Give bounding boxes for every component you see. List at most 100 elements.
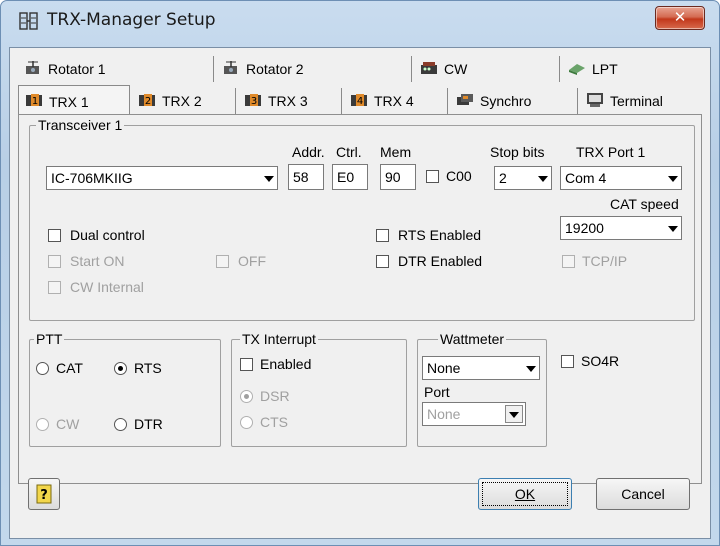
tab-rotator-1[interactable]: Rotator 1 — [18, 56, 214, 82]
dialog-client-area: Rotator 1 Rotator 2 CW LPT 1 TRX 1 2 TRX… — [9, 47, 711, 539]
start-on-checkbox[interactable] — [48, 255, 61, 268]
trx-port-label: TRX Port 1 — [576, 144, 646, 160]
cat-speed-select[interactable]: 19200 — [560, 216, 682, 240]
ptt-dtr-radio[interactable] — [114, 418, 127, 431]
trx1-icon: 1 — [26, 94, 42, 107]
wattmeter-group-label: Wattmeter — [438, 331, 507, 347]
trx-port-select[interactable]: Com 4 — [560, 166, 682, 190]
tab-rotator-2[interactable]: Rotator 2 — [216, 56, 412, 82]
tab-trx-4[interactable]: 4 TRX 4 — [344, 88, 448, 114]
tab-trx-3[interactable]: 3 TRX 3 — [238, 88, 342, 114]
tab-synchro[interactable]: Synchro — [450, 88, 578, 114]
tx-interrupt-enabled-checkbox[interactable] — [240, 358, 253, 371]
tab-row-back: Rotator 1 Rotator 2 CW LPT — [18, 56, 702, 82]
stopbits-select[interactable]: 2 — [494, 166, 552, 190]
so4r-label: SO4R — [581, 353, 620, 369]
chevron-down-icon — [505, 405, 523, 423]
addr-label: Addr. — [292, 144, 325, 160]
ptt-cw-label: CW — [56, 416, 80, 432]
addr-field[interactable]: 58 — [288, 164, 324, 190]
cw-internal-label: CW Internal — [70, 279, 144, 295]
help-icon: ? — [36, 484, 52, 504]
dtr-enabled-checkbox[interactable] — [376, 255, 389, 268]
cancel-button[interactable]: Cancel — [596, 478, 690, 510]
wattmeter-group: Wattmeter None Port None — [417, 331, 547, 447]
terminal-icon — [587, 93, 603, 107]
lpt-port-icon — [569, 64, 585, 75]
stopbits-label: Stop bits — [490, 144, 545, 160]
rts-enabled-checkbox[interactable] — [376, 229, 389, 242]
c00-checkbox[interactable] — [426, 170, 439, 183]
tab-terminal[interactable]: Terminal — [580, 88, 702, 114]
mem-field[interactable]: 90 — [380, 164, 416, 190]
ptt-group-label: PTT — [34, 331, 65, 347]
close-icon: ✕ — [673, 8, 687, 26]
svg-text:3: 3 — [251, 96, 257, 107]
close-button[interactable]: ✕ — [655, 6, 705, 30]
ctrl-field[interactable]: E0 — [332, 164, 368, 190]
rts-enabled-label: RTS Enabled — [398, 227, 482, 243]
chevron-down-icon — [668, 176, 678, 182]
chevron-down-icon — [668, 226, 678, 232]
dtr-enabled-label: DTR Enabled — [398, 253, 483, 269]
transceiver-model-select[interactable]: IC-706MKIIG — [46, 166, 278, 190]
cts-radio[interactable] — [240, 416, 253, 429]
off-label: OFF — [238, 253, 266, 269]
wattmeter-select[interactable]: None — [422, 356, 540, 380]
trx2-icon: 2 — [139, 94, 155, 107]
tcpip-checkbox[interactable] — [562, 255, 575, 268]
start-on-label: Start ON — [70, 253, 125, 269]
transceiver-group: Transceiver 1 Addr. Ctrl. Mem Stop bits … — [29, 117, 695, 321]
svg-text:4: 4 — [357, 96, 363, 107]
svg-text:?: ? — [40, 488, 48, 503]
dual-control-checkbox[interactable] — [48, 229, 61, 242]
cts-label: CTS — [260, 414, 288, 430]
title-bar[interactable]: TRX-Manager Setup ✕ — [1, 1, 719, 47]
trx3-icon: 3 — [245, 94, 261, 107]
so4r-checkbox[interactable] — [561, 355, 574, 368]
svg-text:2: 2 — [145, 96, 151, 107]
tab-cw[interactable]: CW — [414, 56, 560, 82]
mem-label: Mem — [380, 144, 412, 160]
off-checkbox[interactable] — [216, 255, 229, 268]
tx-interrupt-group-label: TX Interrupt — [240, 331, 318, 347]
cw-internal-checkbox[interactable] — [48, 281, 61, 294]
help-button[interactable]: ? — [28, 478, 60, 510]
rotator-icon — [224, 61, 237, 74]
ptt-cat-radio[interactable] — [36, 362, 49, 375]
tab-trx-1[interactable]: 1 TRX 1 — [18, 85, 130, 115]
tx-interrupt-group: TX Interrupt Enabled DSR CTS — [231, 331, 407, 447]
ptt-rts-radio[interactable] — [114, 362, 127, 375]
tab-lpt[interactable]: LPT — [562, 56, 702, 82]
cat-speed-label: CAT speed — [610, 196, 679, 212]
transceiver-group-label: Transceiver 1 — [36, 117, 125, 133]
trx4-icon: 4 — [351, 94, 367, 107]
ptt-cw-radio[interactable] — [36, 418, 49, 431]
tab-trx-2[interactable]: 2 TRX 2 — [132, 88, 236, 114]
c00-label: C00 — [446, 168, 472, 184]
app-icon — [19, 12, 38, 30]
tx-interrupt-enabled-label: Enabled — [260, 356, 312, 372]
dsr-radio[interactable] — [240, 390, 253, 403]
synchro-icon — [457, 94, 473, 105]
chevron-down-icon — [264, 176, 274, 182]
tab-row-front: 1 TRX 1 2 TRX 2 3 TRX 3 4 TRX 4 Synchro — [18, 85, 702, 115]
dsr-label: DSR — [260, 388, 290, 404]
cancel-button-label: Cancel — [621, 486, 665, 502]
dual-control-label: Dual control — [70, 227, 145, 243]
chevron-down-icon — [538, 176, 548, 182]
cw-keyer-icon — [421, 62, 437, 74]
ok-button[interactable]: OK — [478, 478, 572, 510]
ptt-group: PTT CAT RTS CW DTR — [29, 331, 221, 447]
window-title: TRX-Manager Setup — [47, 10, 216, 30]
dialog-window: TRX-Manager Setup ✕ Rotator 1 Rotator 2 … — [0, 0, 720, 546]
ctrl-label: Ctrl. — [336, 144, 362, 160]
ptt-dtr-label: DTR — [134, 416, 163, 432]
tcpip-label: TCP/IP — [582, 253, 628, 269]
wattmeter-port-select[interactable]: None — [422, 402, 526, 426]
tab-page-trx-1: Transceiver 1 Addr. Ctrl. Mem Stop bits … — [18, 114, 702, 484]
wattmeter-port-label: Port — [424, 384, 450, 400]
rotator-icon — [26, 61, 39, 74]
svg-text:1: 1 — [32, 96, 38, 107]
chevron-down-icon — [526, 366, 536, 372]
